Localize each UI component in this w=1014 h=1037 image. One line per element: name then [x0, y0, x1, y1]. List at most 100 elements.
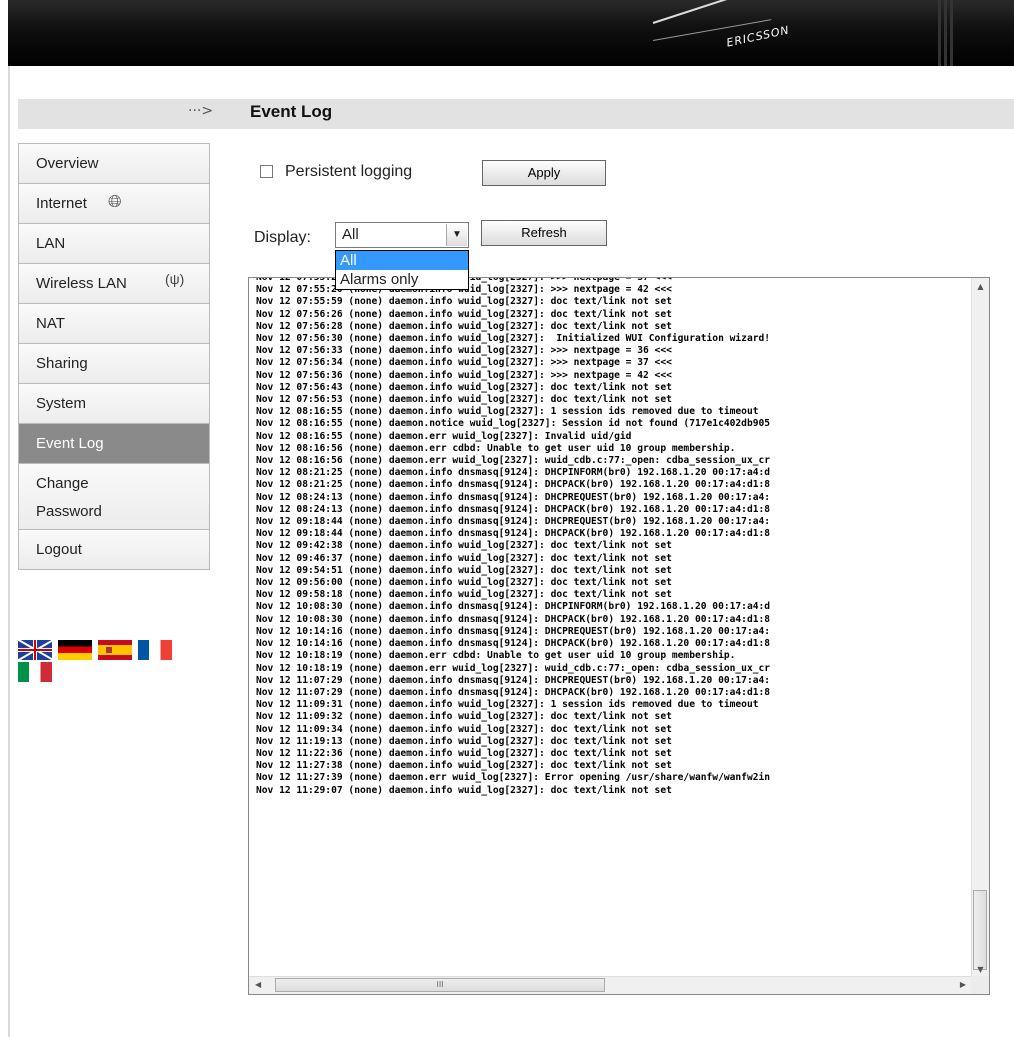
- sidebar-item-label: Change Password: [36, 475, 102, 520]
- sidebar-item-internet[interactable]: Internet 🌐︎: [19, 184, 209, 224]
- sidebar-item-nat[interactable]: NAT: [19, 304, 209, 344]
- uk-flag-icon[interactable]: [18, 640, 52, 660]
- log-line: Nov 12 07:55:20 (none) daemon.info wuid_…: [256, 284, 672, 296]
- dropdown-option-all[interactable]: All: [336, 251, 468, 270]
- log-line: Nov 12 08:16:55 (none) daemon.notice wui…: [256, 418, 771, 430]
- log-line: Nov 12 09:18:44 (none) daemon.info dnsma…: [256, 528, 771, 540]
- log-line: Nov 12 07:56:43 (none) daemon.info wuid_…: [256, 381, 672, 393]
- log-line: Nov 12 11:09:31 (none) daemon.info wuid_…: [256, 699, 759, 711]
- persistent-logging-label: Persistent logging: [285, 163, 413, 180]
- event-log-textarea[interactable]: Nov 12 07:55:20 (none) daemon.info wuid_…: [248, 277, 990, 995]
- sidebar-item-label: Overview: [36, 155, 99, 172]
- horizontal-scroll-thumb[interactable]: III: [275, 978, 605, 992]
- log-line: Nov 12 07:56:26 (none) daemon.info wuid_…: [256, 308, 672, 320]
- apply-button[interactable]: Apply: [482, 160, 606, 186]
- sidebar-item-label: Event Log: [36, 435, 104, 452]
- log-line: Nov 12 08:24:13 (none) daemon.info dnsma…: [256, 503, 771, 515]
- sidebar-item-system[interactable]: System: [19, 384, 209, 424]
- sidebar-item-label: LAN: [36, 235, 66, 252]
- page-title: Event Log: [250, 102, 333, 121]
- log-line: Nov 12 10:14:16 (none) daemon.info dnsma…: [256, 638, 771, 650]
- refresh-button[interactable]: Refresh: [481, 220, 607, 246]
- log-line: Nov 12 07:56:53 (none) daemon.info wuid_…: [256, 394, 672, 406]
- sidebar-item-label: System: [36, 395, 87, 412]
- sidebar-item-event-log[interactable]: Event Log: [19, 424, 209, 464]
- log-line: Nov 12 11:07:29 (none) daemon.info dnsma…: [256, 686, 771, 698]
- log-line: Nov 12 10:18:19 (none) daemon.err wuid_l…: [256, 662, 771, 674]
- scroll-left-icon[interactable]: ◀: [255, 980, 261, 989]
- log-line: Nov 12 09:18:44 (none) daemon.info dnsma…: [256, 516, 771, 528]
- header-bars: [938, 0, 958, 66]
- log-line: Nov 12 10:08:30 (none) daemon.info dnsma…: [256, 613, 771, 625]
- german-flag-icon[interactable]: [58, 640, 92, 660]
- persistent-logging-checkbox[interactable]: [260, 165, 273, 179]
- sidebar-item-label: Internet: [36, 195, 87, 212]
- log-line: Nov 12 08:21:25 (none) daemon.info dnsma…: [256, 467, 771, 479]
- scroll-up-icon[interactable]: ▲: [972, 282, 989, 291]
- sidebar-item-wireless-lan[interactable]: Wireless LAN (ψ): [19, 264, 209, 304]
- sidebar-item-label: NAT: [36, 315, 65, 332]
- log-line: Nov 12 09:46:37 (none) daemon.info wuid_…: [256, 552, 672, 564]
- vertical-scroll-thumb[interactable]: [973, 890, 987, 970]
- scroll-down-icon[interactable]: ▼: [972, 965, 989, 974]
- arrow-icon: ···>: [188, 103, 214, 119]
- persistent-logging-row: Persistent logging: [260, 163, 412, 181]
- vertical-scrollbar[interactable]: ▲ ▼: [971, 278, 989, 978]
- log-line: Nov 12 11:19:13 (none) daemon.info wuid_…: [256, 735, 672, 747]
- log-line: Nov 12 11:09:34 (none) daemon.info wuid_…: [256, 723, 672, 735]
- log-line: Nov 12 07:56:30 (none) daemon.info wuid_…: [256, 333, 771, 345]
- sidebar-item-change-password[interactable]: Change Password: [19, 464, 209, 530]
- globe-icon: 🌐︎: [108, 192, 122, 211]
- scroll-right-icon[interactable]: ▶: [960, 980, 966, 989]
- log-line: Nov 12 07:56:28 (none) daemon.info wuid_…: [256, 320, 672, 332]
- log-line: Nov 12 11:09:32 (none) daemon.info wuid_…: [256, 711, 672, 723]
- log-line: Nov 12 09:58:18 (none) daemon.info wuid_…: [256, 589, 672, 601]
- scrollbar-corner: [971, 976, 989, 994]
- log-line: Nov 12 11:29:07 (none) daemon.info wuid_…: [256, 784, 672, 796]
- sidebar-nav: Overview Internet 🌐︎ LAN Wireless LAN (ψ) …: [18, 143, 210, 570]
- log-line: Nov 12 11:22:36 (none) daemon.info wuid_…: [256, 747, 672, 759]
- log-line: Nov 12 08:21:25 (none) daemon.info dnsma…: [256, 479, 771, 491]
- log-line: Nov 12 07:56:33 (none) daemon.info wuid_…: [256, 345, 672, 357]
- language-flags: [18, 640, 178, 684]
- log-line: Nov 12 09:56:00 (none) daemon.info wuid_…: [256, 577, 672, 589]
- chevron-down-icon[interactable]: ▼: [446, 224, 467, 246]
- log-line: Nov 12 07:55:59 (none) daemon.info wuid_…: [256, 296, 672, 308]
- sidebar-item-logout[interactable]: Logout: [19, 530, 209, 569]
- page-left-border: [8, 66, 10, 1037]
- display-dropdown-list: All Alarms only: [335, 250, 469, 290]
- log-line: Nov 12 10:14:16 (none) daemon.info dnsma…: [256, 625, 771, 637]
- event-log-text: Nov 12 07:55:20 (none) daemon.info wuid_…: [256, 278, 771, 797]
- log-line: Nov 12 10:08:30 (none) daemon.info dnsma…: [256, 601, 771, 613]
- log-line: Nov 12 08:16:55 (none) daemon.info wuid_…: [256, 406, 759, 418]
- log-line: Nov 12 08:16:56 (none) daemon.err cdbd: …: [256, 442, 736, 454]
- italian-flag-icon[interactable]: [18, 662, 52, 682]
- header-banner: ERICSSON: [8, 0, 1014, 66]
- page-title-bar: ···> Event Log: [18, 99, 1014, 129]
- french-flag-icon[interactable]: [138, 640, 172, 660]
- log-line: Nov 12 07:56:34 (none) daemon.info wuid_…: [256, 357, 672, 369]
- display-select-value: All: [342, 226, 359, 243]
- logo-swoosh: [652, 0, 758, 24]
- log-line: Nov 12 08:24:13 (none) daemon.info dnsma…: [256, 491, 771, 503]
- log-line: Nov 12 10:18:19 (none) daemon.err cdbd: …: [256, 650, 736, 662]
- display-select[interactable]: All ▼: [335, 222, 469, 248]
- sidebar-item-label: Sharing: [36, 355, 88, 372]
- sidebar-item-label: Logout: [36, 541, 82, 558]
- log-line: Nov 12 11:27:38 (none) daemon.info wuid_…: [256, 760, 672, 772]
- log-line: Nov 12 08:16:56 (none) daemon.err wuid_l…: [256, 455, 771, 467]
- sidebar-item-sharing[interactable]: Sharing: [19, 344, 209, 384]
- spanish-flag-icon[interactable]: [98, 640, 132, 660]
- horizontal-scrollbar[interactable]: ◀ III ▶: [249, 976, 972, 994]
- sidebar-item-overview[interactable]: Overview: [19, 144, 209, 184]
- log-line: Nov 12 09:42:38 (none) daemon.info wuid_…: [256, 540, 672, 552]
- log-line: Nov 12 08:16:55 (none) daemon.err wuid_l…: [256, 430, 632, 442]
- log-line: Nov 12 11:07:29 (none) daemon.info dnsma…: [256, 674, 771, 686]
- wireless-antenna-icon: (ψ): [165, 271, 185, 287]
- log-line: Nov 12 11:27:39 (none) daemon.err wuid_l…: [256, 772, 771, 784]
- sidebar-item-label: Wireless LAN: [36, 275, 127, 292]
- log-line: Nov 12 09:54:51 (none) daemon.info wuid_…: [256, 564, 672, 576]
- log-line: Nov 12 07:56:36 (none) daemon.info wuid_…: [256, 369, 672, 381]
- sidebar-item-lan[interactable]: LAN: [19, 224, 209, 264]
- dropdown-option-alarms-only[interactable]: Alarms only: [336, 270, 468, 289]
